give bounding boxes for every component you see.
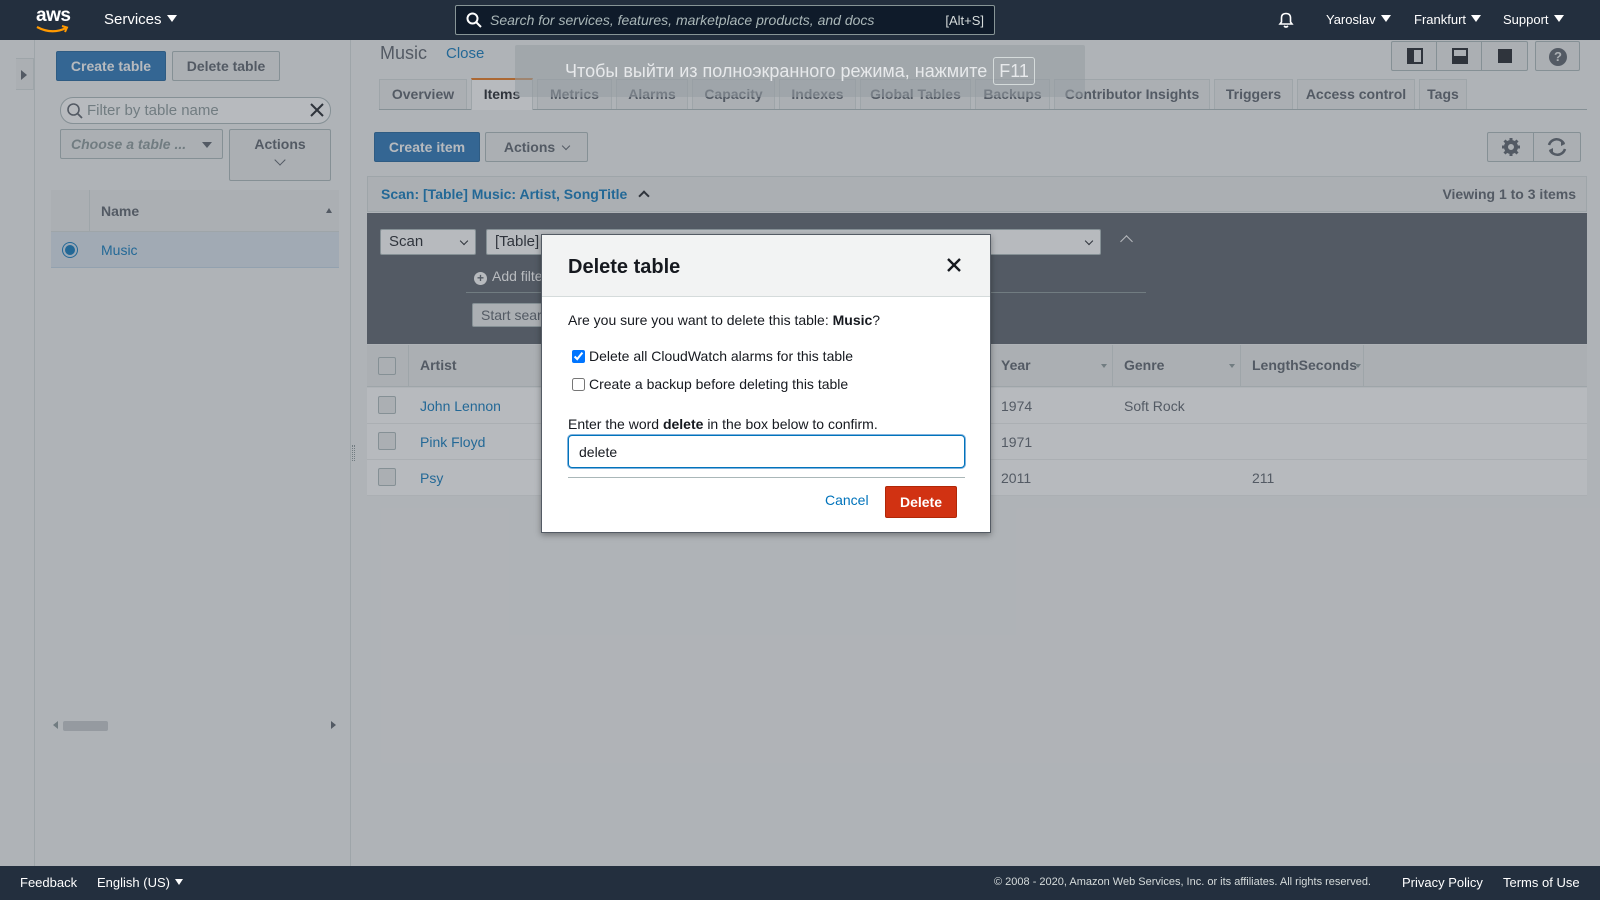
global-search[interactable]: [Alt+S] [455, 5, 995, 35]
global-search-input[interactable] [490, 10, 910, 30]
dialog-header: Delete table [542, 235, 990, 297]
support-label: Support [1503, 12, 1549, 27]
copyright: © 2008 - 2020, Amazon Web Services, Inc.… [994, 876, 1371, 888]
caret-down-icon [1471, 15, 1482, 22]
create-backup-checkbox[interactable] [572, 378, 585, 391]
search-icon [466, 12, 482, 28]
caret-down-icon [1553, 15, 1564, 22]
dialog-divider [568, 477, 965, 478]
fullscreen-notice-text: Чтобы выйти из полноэкранного режима, на… [565, 61, 988, 81]
question-suffix: ? [872, 312, 881, 328]
footer: Feedback English (US) © 2008 - 2020, Ama… [0, 866, 1600, 900]
bell-icon[interactable] [1277, 11, 1295, 29]
caret-down-icon [166, 15, 177, 22]
search-shortcut: [Alt+S] [945, 13, 984, 28]
confirm-word: delete [662, 416, 704, 432]
aws-logo[interactable]: aws [36, 5, 71, 35]
close-icon[interactable] [946, 257, 962, 273]
privacy-policy-link[interactable]: Privacy Policy [1402, 875, 1483, 890]
confirm-prefix: Enter the word [568, 416, 660, 432]
services-menu[interactable]: Services [104, 11, 177, 28]
delete-table-dialog: Delete table Are you sure you want to de… [541, 234, 991, 533]
caret-down-icon [1380, 15, 1391, 22]
caret-down-icon [174, 879, 183, 885]
language-label: English (US) [97, 875, 170, 890]
question-table-name: Music [832, 312, 873, 328]
user-name: Yaroslav [1326, 12, 1376, 27]
region-menu[interactable]: Frankfurt [1414, 12, 1482, 27]
question-prefix: Are you sure you want to delete this tab… [568, 312, 829, 328]
confirm-suffix: in the box below to confirm. [707, 416, 878, 432]
delete-alarms-label: Delete all CloudWatch alarms for this ta… [589, 348, 854, 364]
cancel-button[interactable]: Cancel [825, 492, 869, 508]
delete-alarms-option[interactable]: Delete all CloudWatch alarms for this ta… [572, 348, 853, 364]
create-backup-label: Create a backup before deleting this tab… [589, 376, 849, 392]
feedback-link[interactable]: Feedback [20, 875, 77, 890]
fullscreen-key: F11 [993, 57, 1035, 85]
terms-of-use-link[interactable]: Terms of Use [1503, 875, 1580, 890]
confirm-delete-input[interactable] [568, 435, 965, 468]
delete-question: Are you sure you want to delete this tab… [568, 312, 880, 328]
fullscreen-notice: Чтобы выйти из полноэкранного режима, на… [515, 45, 1085, 97]
create-backup-option[interactable]: Create a backup before deleting this tab… [572, 376, 848, 392]
confirm-instructions: Enter the word delete in the box below t… [568, 416, 878, 432]
top-nav: aws Services [Alt+S] Yaroslav Frankfurt … [0, 0, 1600, 40]
aws-logo-text: aws [36, 5, 71, 26]
region-name: Frankfurt [1414, 12, 1467, 27]
dialog-title: Delete table [568, 256, 681, 278]
confirm-delete-button[interactable]: Delete [885, 486, 957, 518]
delete-alarms-checkbox[interactable] [572, 350, 585, 363]
aws-smile-icon [36, 25, 69, 33]
user-menu[interactable]: Yaroslav [1326, 12, 1391, 27]
language-select[interactable]: English (US) [97, 875, 183, 890]
support-menu[interactable]: Support [1503, 12, 1564, 27]
services-label: Services [104, 11, 162, 28]
